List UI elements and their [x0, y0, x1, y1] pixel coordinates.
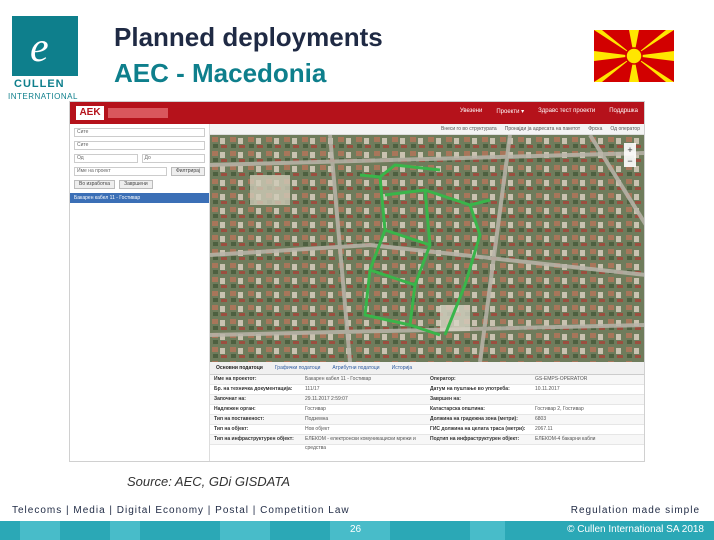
footer-tagline: Regulation made simple: [570, 505, 700, 516]
app-toolbar-item[interactable]: Фрска: [588, 124, 602, 134]
filter-sidebar: Сите Сите Од До Име на проект Филтрирај …: [70, 124, 210, 461]
svg-text:+: +: [627, 145, 632, 155]
table-row: Тип на инфраструктурен објект: ЕЛЕКОМ - е…: [210, 435, 644, 451]
macedonia-flag-icon: [594, 30, 674, 82]
svg-text:−: −: [627, 156, 632, 166]
app-toolbar-item[interactable]: Внеси го во структурата: [441, 124, 497, 134]
logo-e-icon: e: [30, 25, 49, 71]
logo-name: CULLEN: [14, 78, 65, 90]
filter-button[interactable]: Филтрирај: [170, 167, 205, 176]
tab-attribute-data[interactable]: Атрибутни податоци: [332, 362, 379, 374]
table-row: Надлежен орган: Гостивар Катастарска општи…: [210, 405, 644, 415]
app-logo-text: [108, 108, 168, 118]
app-topbar: AEK Увезени Проекти ▾ Здравс тест проект…: [70, 102, 644, 124]
logo-mark: e: [12, 16, 78, 76]
app-logo: AEK: [76, 106, 104, 120]
app-menu-item[interactable]: Поддршка: [609, 108, 638, 115]
page-title: Planned deployments: [114, 22, 383, 52]
filter-select-1[interactable]: Сите: [74, 128, 205, 137]
table-row: Започнат на: 29.11.2017 2:59:07 Завршен на…: [210, 395, 644, 405]
project-result-item[interactable]: Бакарен кабел 11 - Гостивар: [70, 193, 209, 203]
in-progress-button[interactable]: Во изработка: [74, 180, 116, 189]
gis-app-screenshot: AEK Увезени Проекти ▾ Здравс тест проект…: [69, 101, 645, 462]
app-menu: Увезени Проекти ▾ Здравс тест проекти По…: [460, 108, 638, 115]
app-menu-item[interactable]: Увезени: [460, 108, 483, 115]
satellite-map[interactable]: + −: [210, 135, 644, 362]
table-row: Тип на поставеност: Подземна Должина на гр…: [210, 415, 644, 425]
detail-tabs: Основни податоци Графички податоци Атриб…: [210, 362, 644, 375]
footer-bar-segment: [470, 521, 505, 540]
logo-sub: INTERNATIONAL: [8, 92, 78, 101]
filter-select-2[interactable]: Сите: [74, 141, 205, 150]
table-row: Име на проектот: Бакарен кабел 11 - Гости…: [210, 375, 644, 385]
project-info-table: Име на проектот: Бакарен кабел 11 - Гости…: [210, 375, 644, 461]
date-from-input[interactable]: Од: [74, 154, 138, 163]
copyright-text: © Cullen International SA 2018: [567, 524, 704, 535]
footer-bar-segment: [110, 521, 140, 540]
table-row: Бр. на техничка документација: 111/17 Дату…: [210, 385, 644, 395]
map-building: [250, 175, 290, 205]
app-menu-item[interactable]: Здравс тест проекти: [538, 108, 595, 115]
footer-bar-segment: [220, 521, 270, 540]
page-subtitle: AEC - Macedonia: [114, 58, 327, 88]
cullen-logo: e CULLEN INTERNATIONAL: [8, 12, 86, 101]
footer-bar-segment: [20, 521, 60, 540]
tab-history[interactable]: Историја: [392, 362, 413, 374]
app-toolbar-item[interactable]: Од оператор: [610, 124, 640, 134]
tab-basic-data[interactable]: Основни податоци: [216, 362, 263, 374]
footer-categories: Telecoms | Media | Digital Economy | Pos…: [12, 505, 350, 516]
source-caption: Source: AEC, GDi GISDATA: [127, 474, 291, 489]
page-number: 26: [350, 524, 362, 535]
project-search-input[interactable]: Име на проект: [74, 167, 167, 176]
app-menu-item[interactable]: Проекти ▾: [496, 108, 524, 115]
finished-button[interactable]: Завршени: [119, 180, 153, 189]
app-toolbar: Внеси го во структурата Пронајди ја адре…: [210, 124, 644, 135]
zoom-control[interactable]: + −: [624, 143, 636, 167]
tab-graphic-data[interactable]: Графички податоци: [275, 362, 321, 374]
app-toolbar-item[interactable]: Пронајди ја адресата на пакетот: [505, 124, 581, 134]
date-to-input[interactable]: До: [141, 154, 205, 163]
table-row: Тип на објект: Нов објект ГИС должина на ц…: [210, 425, 644, 435]
